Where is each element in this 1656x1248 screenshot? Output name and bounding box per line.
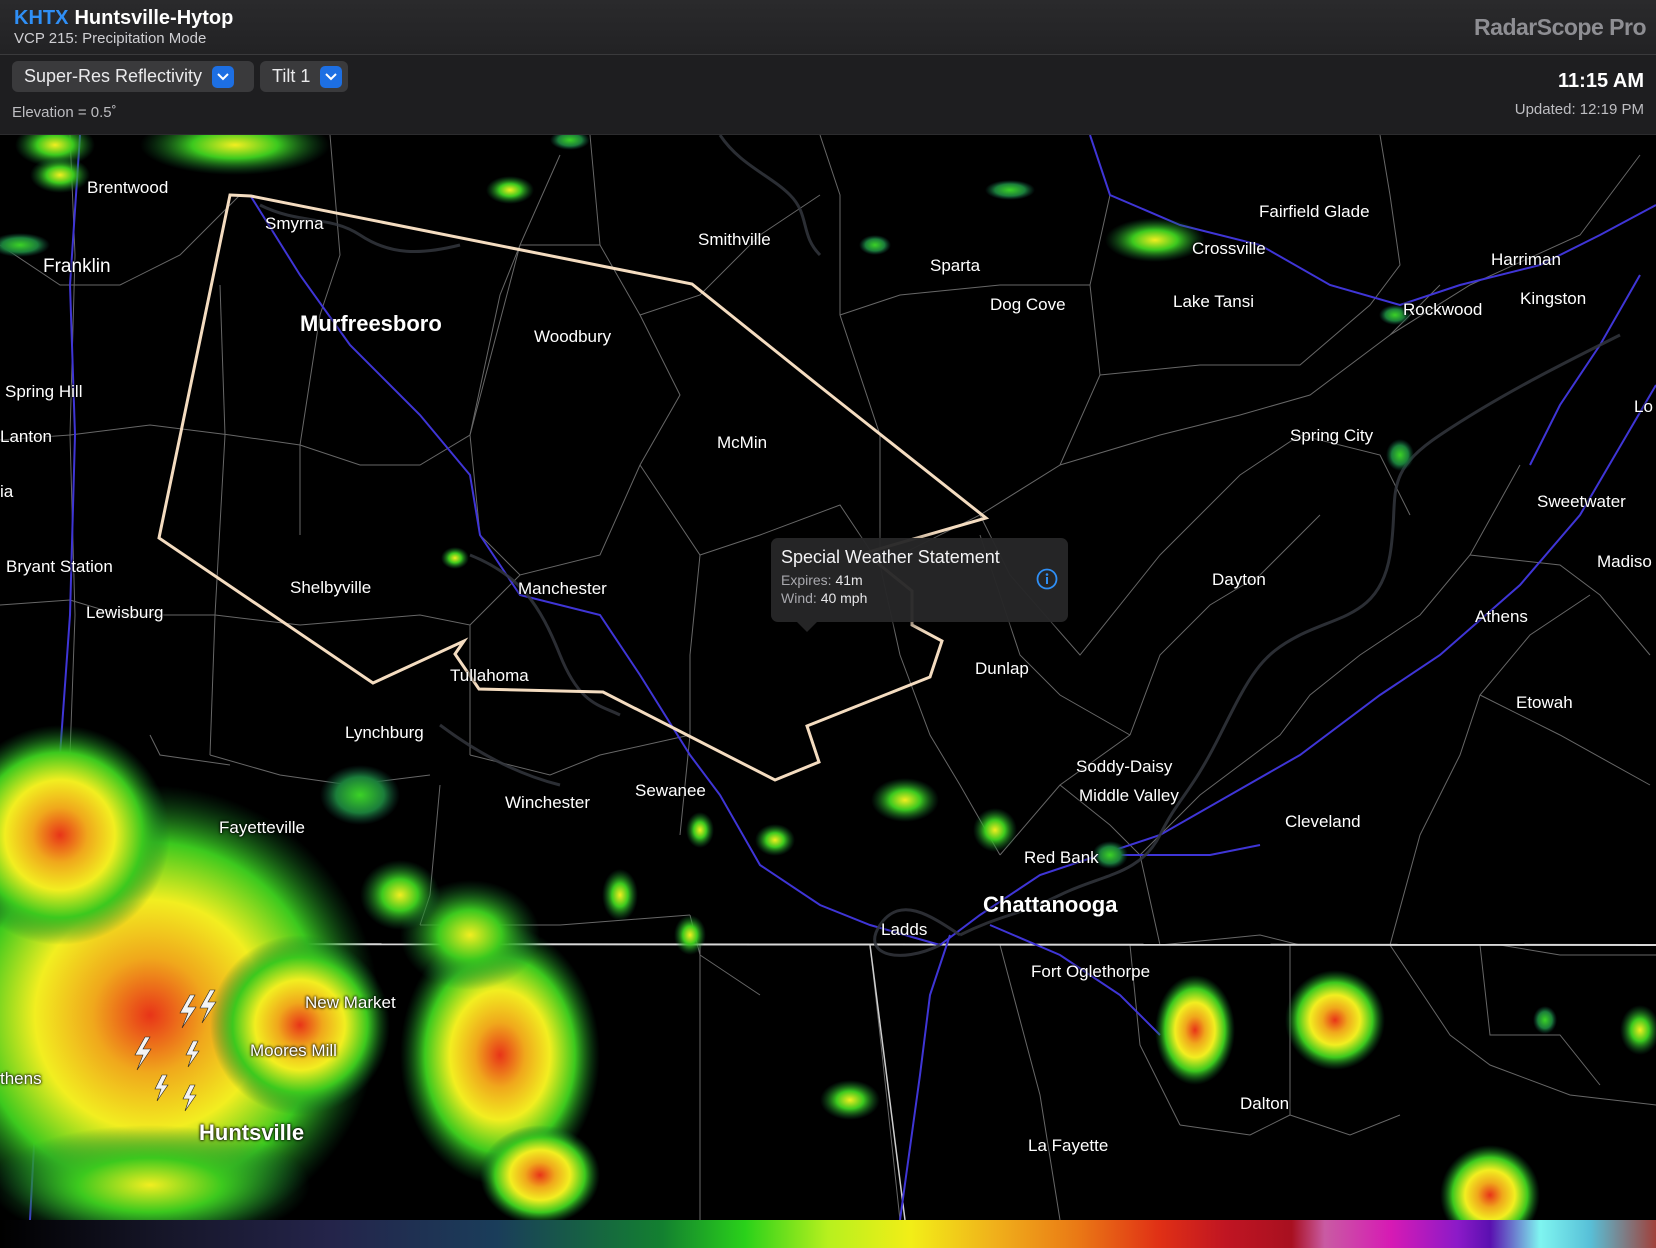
city-label: thens [0,1069,42,1088]
station-code: KHTX [14,7,69,29]
top-bar: KHTX Huntsville-Hytop VCP 215: Precipitat… [0,0,1656,55]
radar-map[interactable]: Brentwood Smyrna Franklin Murfreesboro S… [0,135,1656,1220]
city-label: Shelbyville [290,578,372,597]
city-label: Crossville [1192,239,1266,258]
city-label: Lanton [0,427,52,446]
city-label: ia [0,482,14,501]
city-label: Ladds [881,920,928,939]
city-label: La Fayette [1028,1136,1109,1155]
city-label: Athens [1475,607,1528,626]
vcp-mode: VCP 215: Precipitation Mode [14,30,207,47]
product-dropdown[interactable]: Super-Res Reflectivity [12,61,254,92]
city-label: Sparta [930,256,981,275]
city-label: Madiso [1597,552,1652,571]
city-label: Rockwood [1403,300,1483,319]
wind-value: 40 mph [820,590,868,606]
city-label: Winchester [505,793,591,812]
warning-popup[interactable]: Special Weather Statement Expires: 41m W… [771,538,1068,632]
tilt-label: Tilt 1 [272,66,311,86]
chevron-down-icon [320,65,343,88]
city-label: Harriman [1491,250,1561,269]
city-label: Lake Tansi [1173,292,1254,311]
warning-polygon [157,193,990,782]
city-label: Franklin [43,256,111,277]
city-label: Cleveland [1285,812,1361,831]
wind-label: Wind: [781,590,817,606]
station-name: Huntsville-Hytop [74,7,234,29]
city-label: Woodbury [534,327,612,346]
city-label: Fayetteville [219,818,305,837]
scan-time: 11:15 AM [1558,70,1644,92]
popup-expires: Expires: 41m [781,572,1058,588]
city-label: McMin [717,433,768,452]
popup-wind: Wind: 40 mph [781,590,1058,606]
expires-label: Expires: [781,572,832,588]
city-label: Dalton [1240,1094,1290,1113]
product-label: Super-Res Reflectivity [24,66,203,86]
city-label: Kingston [1520,289,1587,308]
popup-title: Special Weather Statement [781,547,1000,567]
station-title[interactable]: KHTX Huntsville-Hytop [14,7,233,30]
city-label: Bryant Station [6,557,113,576]
city-label: Lynchburg [345,723,424,742]
tilt-dropdown[interactable]: Tilt 1 [260,61,348,92]
city-label: Smyrna [265,214,324,233]
expires-value: 41m [835,572,863,588]
chevron-down-icon [212,65,235,88]
city-label: Spring City [1290,426,1374,445]
reflectivity-color-scale [0,1220,1656,1248]
city-label: Chattanooga [983,892,1118,917]
city-label: Dog Cove [990,295,1066,314]
city-label: Red Bank [1024,848,1099,867]
city-label: Tullahoma [450,666,529,685]
city-label: Lewisburg [86,603,164,622]
app-brand: RadarScope Pro [1474,14,1646,40]
city-label: New Market [305,993,396,1012]
city-label: Moores Mill [250,1041,337,1060]
city-label: Dayton [1212,570,1266,589]
city-label: Brentwood [87,178,169,197]
city-label: Murfreesboro [300,311,442,336]
city-label: Manchester [518,579,607,598]
city-label: Fort Oglethorpe [1031,962,1151,981]
info-icon[interactable] [1036,568,1058,590]
city-label: Sweetwater [1537,492,1626,511]
updated-time: Updated: 12:19 PM [1514,101,1644,118]
city-label: Etowah [1516,693,1573,712]
city-label: Lo [1634,397,1653,416]
elevation-readout: Elevation = 0.5˚ [12,104,117,121]
product-toolbar: Super-Res Reflectivity Tilt 1 Elevation … [0,55,1656,135]
city-label: Middle Valley [1079,786,1179,805]
map-layers [0,135,1656,1220]
city-label: Smithville [698,230,771,249]
city-label: Sewanee [635,781,706,800]
city-label: Spring Hill [5,382,83,401]
city-label: Soddy-Daisy [1076,757,1173,776]
city-label: Huntsville [199,1120,305,1145]
city-label: Fairfield Glade [1259,202,1370,221]
city-label: Dunlap [975,659,1029,678]
